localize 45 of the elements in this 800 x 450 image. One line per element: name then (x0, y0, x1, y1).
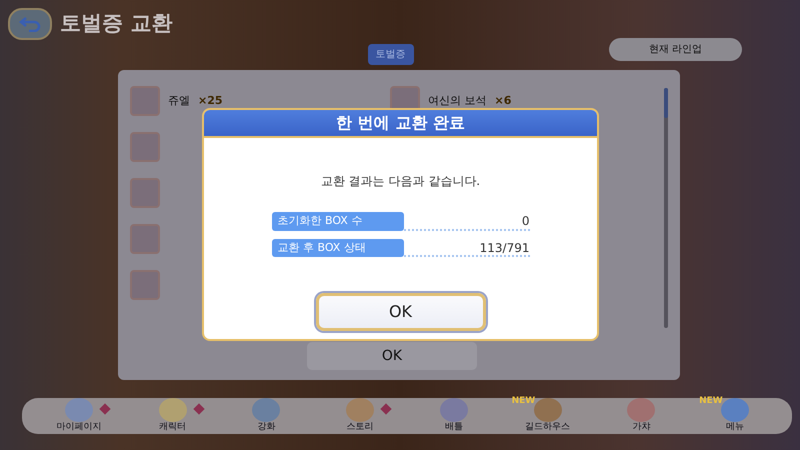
menu-icon (251, 397, 282, 423)
menu-tab[interactable]: 스토리 (320, 419, 400, 432)
result-label: 교환 후 BOX 상태 (272, 238, 404, 257)
item-count: ×6 (494, 92, 512, 109)
menu-tab[interactable]: 강화 (226, 419, 306, 432)
item-icon (130, 132, 160, 162)
item-icon (130, 224, 160, 254)
menu-tab[interactable]: 마이페이지 (38, 419, 119, 432)
result-value: 0 (404, 214, 530, 230)
menu-label: 캐릭터 (159, 423, 186, 432)
currency-badge: 토벌증 (368, 44, 414, 65)
menu-icon (438, 397, 469, 423)
item-count: ×25 (198, 92, 223, 109)
menu-label: 스토리 (346, 423, 374, 432)
dialog-message: 교환 결과는 다음과 같습니다. (320, 173, 482, 190)
ok-button[interactable]: OK (307, 342, 477, 370)
lineup-button[interactable]: 현재 라인업 (608, 38, 742, 61)
item-icon (130, 86, 160, 116)
menu-icon (64, 397, 94, 423)
menu-tab[interactable]: 가챠 (601, 419, 682, 432)
scrollbar-thumb[interactable] (664, 88, 668, 118)
menu-tab[interactable]: 캐릭터 (132, 419, 213, 432)
menu-label: 길드하우스 (525, 423, 570, 432)
menu-label: 배틀 (444, 423, 463, 432)
result-label: 초기화한 BOX 수 (272, 212, 404, 230)
result-value: 113/791 (404, 240, 530, 257)
dialog-title: 한 번에 교환 완료 (204, 110, 597, 138)
back-arrow-icon (19, 16, 41, 32)
menu-label: 강화 (257, 423, 276, 432)
screen-title: 토벌증 교환 (60, 10, 172, 37)
new-label: NEW (512, 395, 536, 408)
back-button[interactable] (8, 8, 52, 40)
menu-icon (158, 397, 188, 423)
menu-icon (345, 397, 376, 423)
item-name: 여신의 보석 (428, 92, 486, 109)
menu-label: 메뉴 (726, 423, 744, 432)
new-label: NEW (699, 395, 723, 408)
item-icon (130, 270, 160, 300)
item-name: 쥬엘 (168, 92, 190, 109)
menu-label: 마이페이지 (56, 423, 102, 432)
ok-button[interactable]: OK (316, 293, 486, 331)
menu-label: 가챠 (632, 423, 650, 432)
menu-tab[interactable]: 배틀 (414, 419, 494, 432)
menu-icon (626, 397, 656, 423)
item-icon (130, 178, 160, 208)
